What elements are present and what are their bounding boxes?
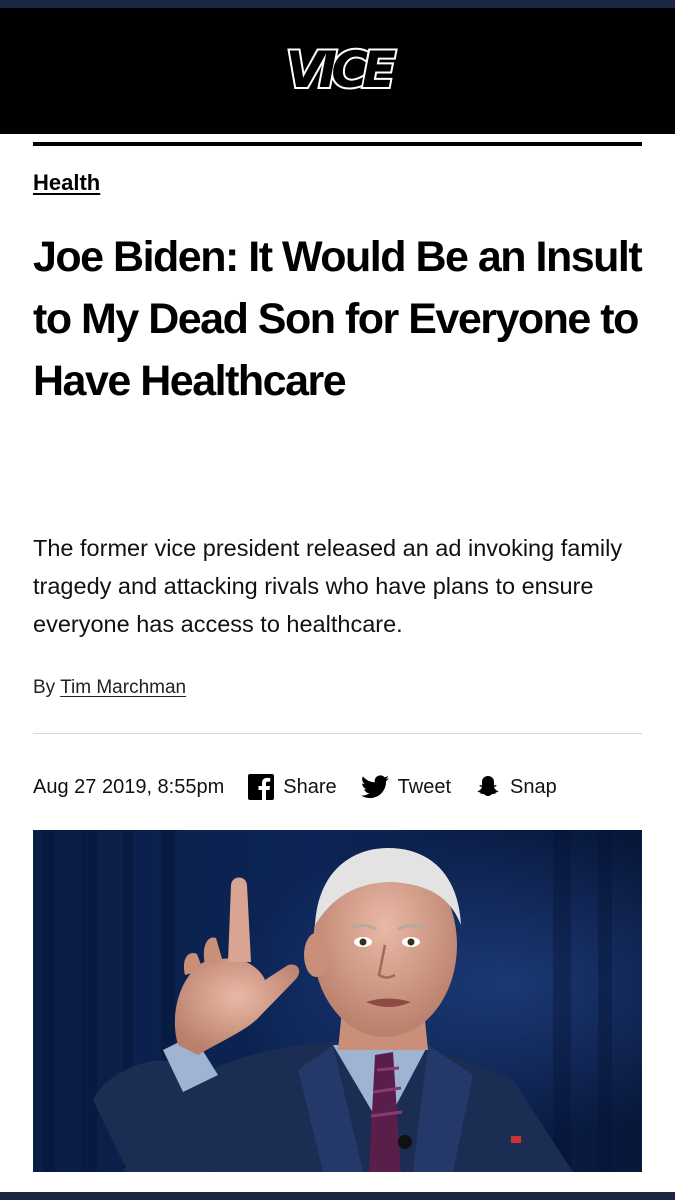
publish-date: Aug 27 2019, 8:55pm <box>33 775 225 798</box>
article-hero-image <box>33 830 642 1172</box>
divider <box>33 733 642 734</box>
twitter-share-label: Tweet <box>397 775 451 798</box>
byline-prefix: By <box>33 677 56 698</box>
site-header: VICE <box>0 8 675 134</box>
snapchat-share-button[interactable]: Snap <box>475 774 557 800</box>
byline: By Tim Marchman <box>33 677 186 699</box>
article-dek: The former vice president released an ad… <box>33 535 623 637</box>
article-headline: Joe Biden: It Would Be an Insult to My D… <box>33 233 643 405</box>
vice-logo-text: VICE <box>285 41 395 99</box>
facebook-share-button[interactable]: Share <box>248 774 337 800</box>
category-link[interactable]: Health <box>33 170 100 196</box>
twitter-icon <box>360 775 389 799</box>
twitter-share-button[interactable]: Tweet <box>360 775 451 799</box>
snapchat-share-label: Snap <box>510 775 557 798</box>
facebook-icon <box>248 774 275 800</box>
vice-logo[interactable]: VICE <box>253 40 423 102</box>
article-page: VICE Health Joe Biden: It Would Be an In… <box>0 8 675 1192</box>
facebook-share-label: Share <box>283 775 337 798</box>
top-rule <box>33 142 642 146</box>
meta-row: Aug 27 2019, 8:55pm Share Tweet Snap <box>33 770 581 804</box>
author-link[interactable]: Tim Marchman <box>60 677 186 698</box>
snapchat-icon <box>475 774 501 800</box>
